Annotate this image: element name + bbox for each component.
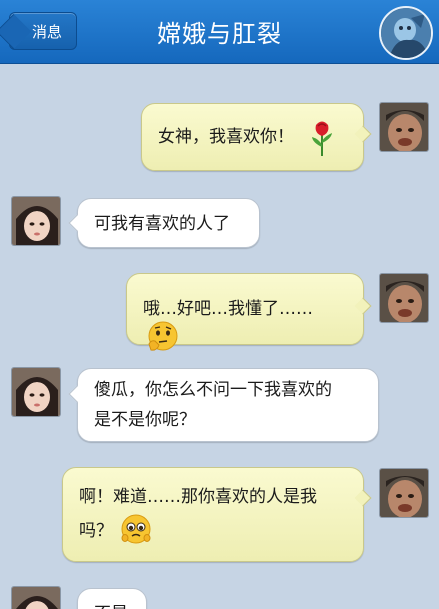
- rose-icon: [307, 119, 337, 156]
- message-text-line: 是不是你呢？: [94, 410, 196, 430]
- contact-message-avatar[interactable]: [11, 586, 61, 609]
- contact-avatar[interactable]: [379, 6, 433, 60]
- back-button-label: 消息: [31, 22, 62, 41]
- chat-header: 消息 嫦娥与肛裂: [0, 0, 439, 64]
- chat-title: 嫦娥与肛裂: [157, 20, 282, 48]
- message-bubble-self[interactable]: 啊！难道……那你喜欢的人是我 吗？: [62, 467, 364, 562]
- self-avatar[interactable]: [379, 102, 429, 152]
- message-bubble-self[interactable]: 女神，我喜欢你！: [141, 103, 364, 171]
- message-text: 不是: [94, 604, 128, 609]
- self-avatar[interactable]: [379, 468, 429, 518]
- message-text: 女神，我喜欢你！: [158, 127, 294, 147]
- message-bubble-self[interactable]: 哦…好吧…我懂了……: [126, 273, 364, 351]
- message-text-line: 吗？: [79, 521, 113, 541]
- contact-message-avatar[interactable]: [11, 196, 61, 246]
- thinking-face-icon: [145, 320, 178, 351]
- message-text: 哦…好吧…我懂了……: [143, 299, 313, 319]
- message-text: 可我有喜欢的人了: [94, 214, 230, 234]
- message-bubble-other[interactable]: 傻瓜，你怎么不问一下我喜欢的 是不是你呢？: [77, 368, 379, 442]
- self-avatar[interactable]: [379, 273, 429, 323]
- contact-message-avatar[interactable]: [11, 367, 61, 417]
- message-bubble-other[interactable]: 可我有喜欢的人了: [77, 198, 260, 248]
- pleading-face-icon: [120, 513, 151, 544]
- message-text-line: 啊！难道……那你喜欢的人是我: [79, 487, 317, 507]
- message-text-line: 傻瓜，你怎么不问一下我喜欢的: [94, 380, 332, 400]
- message-bubble-other[interactable]: 不是: [77, 588, 147, 609]
